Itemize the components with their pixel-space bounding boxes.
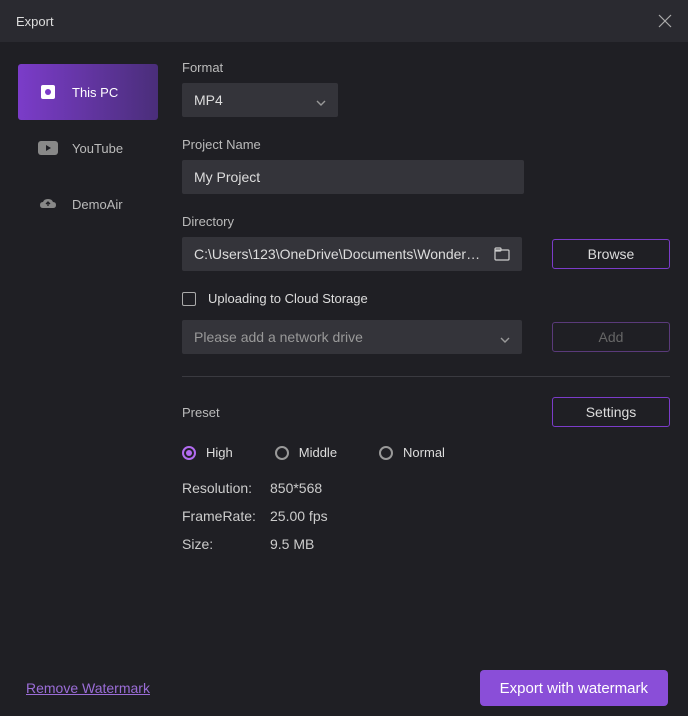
sidebar-item-youtube[interactable]: YouTube (18, 120, 158, 176)
export-button[interactable]: Export with watermark (480, 670, 668, 706)
sidebar-item-label: DemoAir (72, 197, 123, 212)
browse-button[interactable]: Browse (552, 239, 670, 269)
directory-input[interactable]: C:\Users\123\OneDrive\Documents\Wonders.… (182, 237, 522, 271)
pc-icon (38, 82, 58, 102)
preset-label: Preset (182, 405, 220, 420)
radio-icon (275, 446, 289, 460)
framerate-label: FrameRate: (182, 508, 270, 524)
radio-label: Middle (299, 445, 337, 460)
chevron-down-icon (500, 332, 510, 342)
add-button: Add (552, 322, 670, 352)
close-icon[interactable] (658, 14, 672, 28)
size-value: 9.5 MB (270, 536, 314, 552)
settings-button[interactable]: Settings (552, 397, 670, 427)
resolution-value: 850*568 (270, 480, 322, 496)
preset-radio-group: High Middle Normal (182, 445, 670, 460)
chevron-down-icon (316, 95, 326, 105)
footer: Remove Watermark Export with watermark (0, 660, 688, 716)
resolution-label: Resolution: (182, 480, 270, 496)
preset-radio-high[interactable]: High (182, 445, 233, 460)
project-name-value: My Project (194, 169, 260, 185)
directory-value: C:\Users\123\OneDrive\Documents\Wonders.… (194, 246, 482, 262)
preset-radio-normal[interactable]: Normal (379, 445, 445, 460)
network-drive-select[interactable]: Please add a network drive (182, 320, 522, 354)
sidebar: This PC YouTube DemoAir (0, 42, 160, 660)
directory-label: Directory (182, 214, 670, 229)
upload-checkbox-row[interactable]: Uploading to Cloud Storage (182, 291, 670, 306)
sidebar-item-this-pc[interactable]: This PC (18, 64, 158, 120)
folder-icon[interactable] (494, 247, 510, 261)
titlebar: Export (0, 0, 688, 42)
sidebar-item-demoair[interactable]: DemoAir (18, 176, 158, 232)
network-drive-placeholder: Please add a network drive (194, 329, 363, 345)
remove-watermark-link[interactable]: Remove Watermark (26, 680, 150, 696)
project-name-input[interactable]: My Project (182, 160, 524, 194)
framerate-row: FrameRate: 25.00 fps (182, 508, 670, 524)
size-label: Size: (182, 536, 270, 552)
radio-label: Normal (403, 445, 445, 460)
cloud-icon (38, 194, 58, 214)
upload-checkbox-label: Uploading to Cloud Storage (208, 291, 368, 306)
preset-radio-middle[interactable]: Middle (275, 445, 337, 460)
framerate-value: 25.00 fps (270, 508, 328, 524)
window-title: Export (16, 14, 54, 29)
youtube-icon (38, 138, 58, 158)
format-label: Format (182, 60, 670, 75)
size-row: Size: 9.5 MB (182, 536, 670, 552)
main-panel: Format MP4 Project Name My Project Direc… (160, 42, 688, 660)
radio-label: High (206, 445, 233, 460)
radio-icon (379, 446, 393, 460)
radio-icon (182, 446, 196, 460)
resolution-row: Resolution: 850*568 (182, 480, 670, 496)
sidebar-item-label: YouTube (72, 141, 123, 156)
sidebar-item-label: This PC (72, 85, 118, 100)
project-name-label: Project Name (182, 137, 670, 152)
divider (182, 376, 670, 377)
format-value: MP4 (194, 92, 223, 108)
format-select[interactable]: MP4 (182, 83, 338, 117)
upload-checkbox[interactable] (182, 292, 196, 306)
